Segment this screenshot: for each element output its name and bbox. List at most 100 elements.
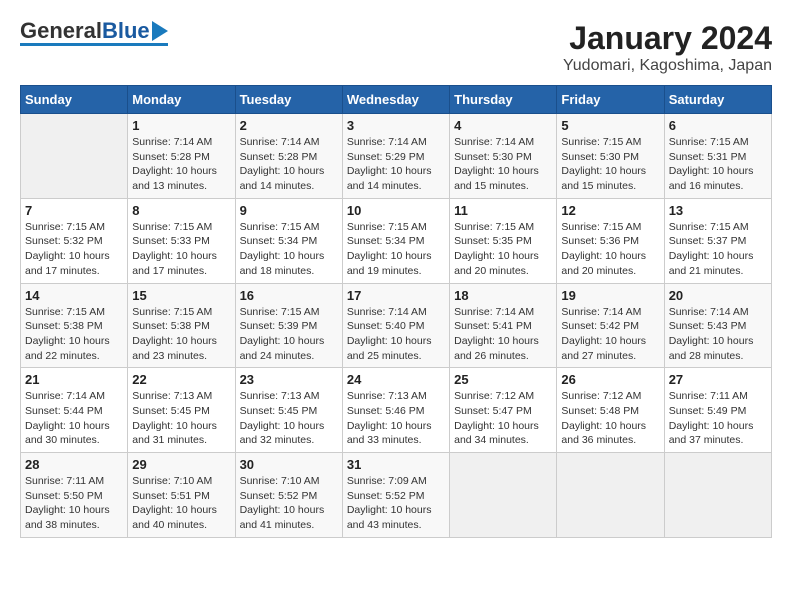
calendar-week-row: 7Sunrise: 7:15 AMSunset: 5:32 PMDaylight…: [21, 198, 772, 283]
calendar-cell: 2 Sunrise: 7:14 AMSunset: 5:28 PMDaylight…: [235, 114, 342, 199]
day-info: Sunrise: 7:13 AMSunset: 5:45 PMDaylight:…: [132, 389, 230, 448]
calendar-cell: 21Sunrise: 7:14 AMSunset: 5:44 PMDayligh…: [21, 368, 128, 453]
calendar-cell: 4Sunrise: 7:14 AMSunset: 5:30 PMDaylight…: [450, 114, 557, 199]
calendar-cell: [664, 453, 771, 538]
weekday-header-friday: Friday: [557, 86, 664, 114]
calendar-cell: 27 Sunrise: 7:11 AMSunset: 5:49 PMDayligh…: [664, 368, 771, 453]
weekday-header-saturday: Saturday: [664, 86, 771, 114]
day-info: Sunrise: 7:15 AMSunset: 5:38 PMDaylight:…: [25, 305, 123, 364]
day-info: Sunrise: 7:14 AMSunset: 5:42 PMDaylight:…: [561, 305, 659, 364]
calendar-cell: 29Sunrise: 7:10 AMSunset: 5:51 PMDayligh…: [128, 453, 235, 538]
calendar-cell: 9Sunrise: 7:15 AMSunset: 5:34 PMDaylight…: [235, 198, 342, 283]
day-number: 2: [240, 118, 338, 133]
day-number: 13: [669, 203, 767, 218]
day-number: 25: [454, 372, 552, 387]
calendar-cell: 10 Sunrise: 7:15 AMSunset: 5:34 PMDayligh…: [342, 198, 449, 283]
calendar-cell: 23Sunrise: 7:13 AMSunset: 5:45 PMDayligh…: [235, 368, 342, 453]
logo: GeneralBlue: [20, 20, 168, 46]
day-info: Sunrise: 7:13 AMSunset: 5:46 PMDaylight:…: [347, 389, 445, 448]
day-number: 26: [561, 372, 659, 387]
day-info: Sunrise: 7:11 AMSunset: 5:49 PMDaylight:…: [669, 389, 767, 448]
calendar-cell: 17 Sunrise: 7:14 AMSunset: 5:40 PMDayligh…: [342, 283, 449, 368]
day-number: 14: [25, 288, 123, 303]
day-number: 15: [132, 288, 230, 303]
weekday-header-row: SundayMondayTuesdayWednesdayThursdayFrid…: [21, 86, 772, 114]
day-number: 17: [347, 288, 445, 303]
day-number: 12: [561, 203, 659, 218]
calendar-cell: [450, 453, 557, 538]
calendar-cell: 1Sunrise: 7:14 AMSunset: 5:28 PMDaylight…: [128, 114, 235, 199]
day-number: 27: [669, 372, 767, 387]
calendar-cell: 7Sunrise: 7:15 AMSunset: 5:32 PMDaylight…: [21, 198, 128, 283]
day-info: Sunrise: 7:14 AMSunset: 5:44 PMDaylight:…: [25, 389, 123, 448]
day-info: Sunrise: 7:15 AMSunset: 5:32 PMDaylight:…: [25, 220, 123, 279]
weekday-header-tuesday: Tuesday: [235, 86, 342, 114]
logo-blue: Blue: [102, 18, 150, 43]
calendar-cell: 15Sunrise: 7:15 AMSunset: 5:38 PMDayligh…: [128, 283, 235, 368]
day-number: 16: [240, 288, 338, 303]
calendar-week-row: 1Sunrise: 7:14 AMSunset: 5:28 PMDaylight…: [21, 114, 772, 199]
day-info: Sunrise: 7:14 AMSunset: 5:40 PMDaylight:…: [347, 305, 445, 364]
calendar-cell: 31Sunrise: 7:09 AMSunset: 5:52 PMDayligh…: [342, 453, 449, 538]
calendar-cell: 19 Sunrise: 7:14 AMSunset: 5:42 PMDayligh…: [557, 283, 664, 368]
calendar-week-row: 14 Sunrise: 7:15 AMSunset: 5:38 PMDayligh…: [21, 283, 772, 368]
calendar-cell: 6Sunrise: 7:15 AMSunset: 5:31 PMDaylight…: [664, 114, 771, 199]
title-block: January 2024 Yudomari, Kagoshima, Japan: [563, 20, 772, 75]
day-info: Sunrise: 7:12 AMSunset: 5:47 PMDaylight:…: [454, 389, 552, 448]
logo-underline: [20, 43, 168, 46]
calendar-cell: 22 Sunrise: 7:13 AMSunset: 5:45 PMDayligh…: [128, 368, 235, 453]
day-info: Sunrise: 7:09 AMSunset: 5:52 PMDaylight:…: [347, 474, 445, 533]
calendar-subtitle: Yudomari, Kagoshima, Japan: [563, 57, 772, 75]
day-info: Sunrise: 7:15 AMSunset: 5:31 PMDaylight:…: [669, 135, 767, 194]
day-number: 4: [454, 118, 552, 133]
day-number: 10: [347, 203, 445, 218]
day-number: 18: [454, 288, 552, 303]
weekday-header-sunday: Sunday: [21, 86, 128, 114]
calendar-cell: 3 Sunrise: 7:14 AMSunset: 5:29 PMDaylight…: [342, 114, 449, 199]
day-number: 23: [240, 372, 338, 387]
day-info: Sunrise: 7:14 AMSunset: 5:41 PMDaylight:…: [454, 305, 552, 364]
weekday-header-thursday: Thursday: [450, 86, 557, 114]
day-number: 20: [669, 288, 767, 303]
day-info: Sunrise: 7:15 AMSunset: 5:35 PMDaylight:…: [454, 220, 552, 279]
day-number: 22: [132, 372, 230, 387]
day-number: 19: [561, 288, 659, 303]
calendar-cell: 13Sunrise: 7:15 AMSunset: 5:37 PMDayligh…: [664, 198, 771, 283]
day-info: Sunrise: 7:14 AMSunset: 5:29 PMDaylight:…: [347, 135, 445, 194]
day-info: Sunrise: 7:14 AMSunset: 5:28 PMDaylight:…: [240, 135, 338, 194]
calendar-body: 1Sunrise: 7:14 AMSunset: 5:28 PMDaylight…: [21, 114, 772, 538]
calendar-cell: 16 Sunrise: 7:15 AMSunset: 5:39 PMDayligh…: [235, 283, 342, 368]
day-number: 3: [347, 118, 445, 133]
calendar-cell: 28Sunrise: 7:11 AMSunset: 5:50 PMDayligh…: [21, 453, 128, 538]
calendar-cell: 24Sunrise: 7:13 AMSunset: 5:46 PMDayligh…: [342, 368, 449, 453]
calendar-cell: 5Sunrise: 7:15 AMSunset: 5:30 PMDaylight…: [557, 114, 664, 199]
day-info: Sunrise: 7:15 AMSunset: 5:39 PMDaylight:…: [240, 305, 338, 364]
day-number: 28: [25, 457, 123, 472]
calendar-cell: 18 Sunrise: 7:14 AMSunset: 5:41 PMDayligh…: [450, 283, 557, 368]
logo-text: GeneralBlue: [20, 20, 150, 42]
calendar-cell: 14 Sunrise: 7:15 AMSunset: 5:38 PMDayligh…: [21, 283, 128, 368]
day-info: Sunrise: 7:15 AMSunset: 5:33 PMDaylight:…: [132, 220, 230, 279]
day-number: 29: [132, 457, 230, 472]
calendar-cell: 12Sunrise: 7:15 AMSunset: 5:36 PMDayligh…: [557, 198, 664, 283]
calendar-week-row: 28Sunrise: 7:11 AMSunset: 5:50 PMDayligh…: [21, 453, 772, 538]
calendar-cell: 20Sunrise: 7:14 AMSunset: 5:43 PMDayligh…: [664, 283, 771, 368]
calendar-cell: 26 Sunrise: 7:12 AMSunset: 5:48 PMDayligh…: [557, 368, 664, 453]
calendar-cell: [557, 453, 664, 538]
calendar-cell: 11Sunrise: 7:15 AMSunset: 5:35 PMDayligh…: [450, 198, 557, 283]
calendar-cell: 30 Sunrise: 7:10 AMSunset: 5:52 PMDayligh…: [235, 453, 342, 538]
weekday-header-wednesday: Wednesday: [342, 86, 449, 114]
calendar-cell: 8 Sunrise: 7:15 AMSunset: 5:33 PMDaylight…: [128, 198, 235, 283]
day-number: 30: [240, 457, 338, 472]
day-number: 8: [132, 203, 230, 218]
weekday-header-monday: Monday: [128, 86, 235, 114]
calendar-week-row: 21Sunrise: 7:14 AMSunset: 5:44 PMDayligh…: [21, 368, 772, 453]
day-info: Sunrise: 7:15 AMSunset: 5:30 PMDaylight:…: [561, 135, 659, 194]
day-info: Sunrise: 7:15 AMSunset: 5:34 PMDaylight:…: [347, 220, 445, 279]
page-header: GeneralBlue January 2024 Yudomari, Kagos…: [20, 20, 772, 75]
logo-arrow-icon: [152, 21, 168, 41]
day-info: Sunrise: 7:12 AMSunset: 5:48 PMDaylight:…: [561, 389, 659, 448]
day-info: Sunrise: 7:10 AMSunset: 5:52 PMDaylight:…: [240, 474, 338, 533]
calendar-cell: [21, 114, 128, 199]
calendar-table: SundayMondayTuesdayWednesdayThursdayFrid…: [20, 85, 772, 538]
